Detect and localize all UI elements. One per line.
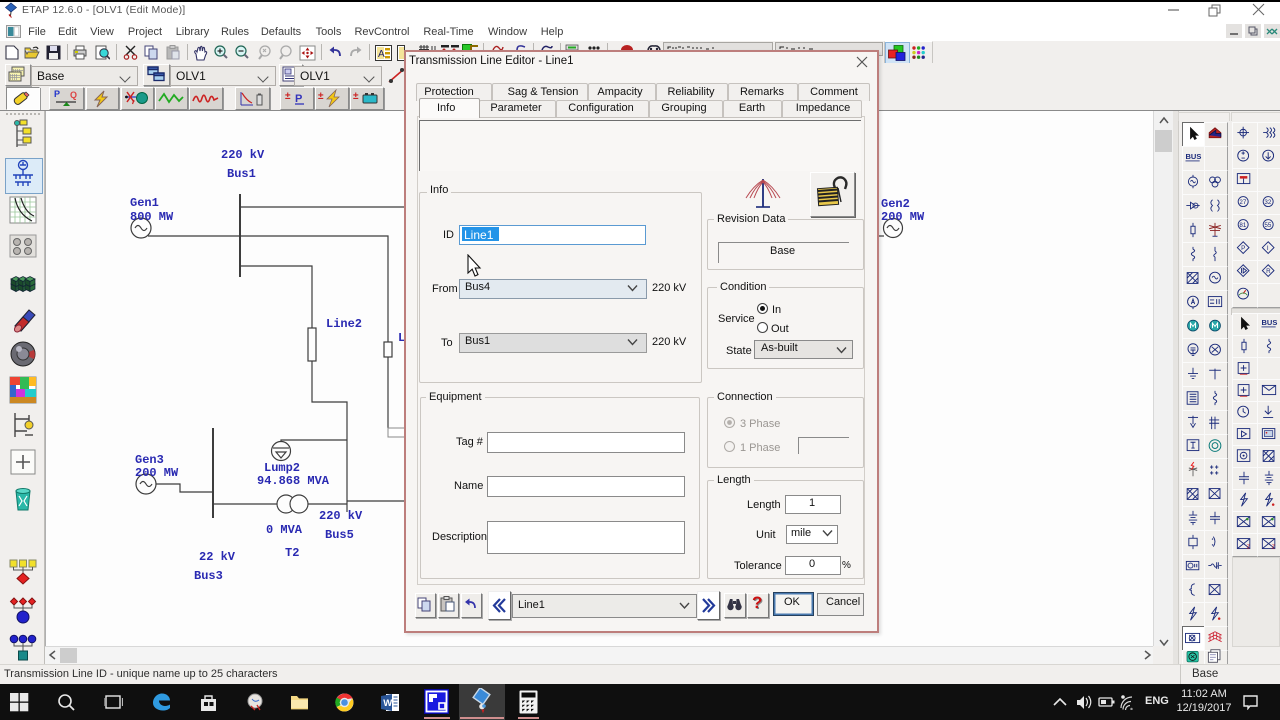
svg-text:R: R <box>1266 268 1271 275</box>
svg-text:P: P <box>1241 245 1245 252</box>
svg-text:55: 55 <box>1264 222 1271 229</box>
svg-text:BUS: BUS <box>1186 152 1202 161</box>
svg-text:81: 81 <box>1239 222 1246 229</box>
svg-text:Z: Z <box>1247 545 1251 551</box>
svg-text:Z: Z <box>1272 545 1276 551</box>
svg-text:32: 32 <box>1264 199 1271 206</box>
svg-text:27: 27 <box>1239 199 1246 206</box>
svg-text:W: W <box>383 698 392 709</box>
svg-text:BUS: BUS <box>1262 318 1278 327</box>
svg-text:I: I <box>1267 245 1269 252</box>
